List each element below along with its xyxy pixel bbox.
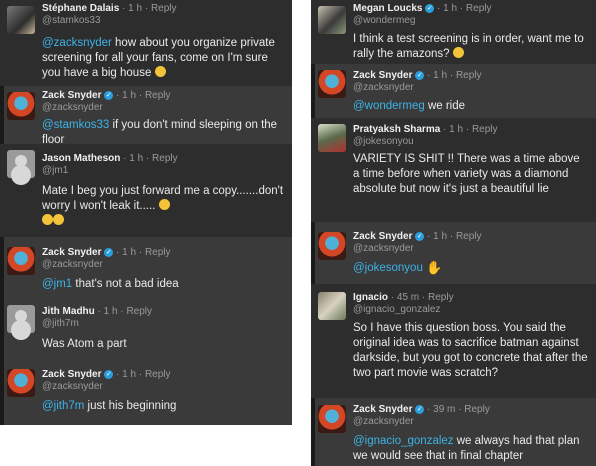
raised-hand-emoji-icon: ✋ (426, 260, 443, 275)
avatar[interactable] (318, 124, 346, 152)
avatar[interactable] (7, 369, 35, 397)
comment-item: Ignacio · 45 m · Reply @ignacio_gonzalez… (311, 284, 596, 399)
comment-meta[interactable]: · 1 h · Reply (95, 306, 152, 317)
reply-item: Zack Snyder ✓ · 1 h · Reply @zacksnyder … (0, 359, 292, 425)
right-comment-panel: Megan Loucks ✓ · 1 h · Reply @wondermeg … (311, 0, 596, 466)
mention-link[interactable]: @jith7m (42, 400, 84, 412)
avatar[interactable] (7, 150, 35, 178)
comment-text: @ignacio_gonzalez we always had that pla… (353, 435, 580, 462)
comment-meta[interactable]: · 1 h · Reply (440, 124, 497, 135)
comment-text: So I have this question boss. You said t… (353, 322, 588, 379)
mention-link[interactable]: @wondermeg (353, 100, 425, 112)
author-name[interactable]: Zack Snyder (42, 369, 101, 380)
author-handle[interactable]: @jm1 (42, 165, 68, 176)
author-name[interactable]: Zack Snyder (353, 404, 412, 415)
reply-item: Zack Snyder ✓ · 39 m · Reply @zacksnyder… (311, 398, 596, 466)
author-handle[interactable]: @zacksnyder (42, 259, 103, 270)
author-handle[interactable]: @jith7m (42, 318, 79, 329)
avatar[interactable] (7, 305, 35, 333)
comment-meta[interactable]: · 1 h · Reply (113, 90, 170, 101)
avatar[interactable] (7, 6, 35, 34)
reply-item: Jith Madhu · 1 h · Reply @jith7m Was Ato… (0, 299, 292, 360)
verified-badge-icon: ✓ (104, 369, 114, 379)
comment-text: I think a test screening is in order, wa… (353, 33, 584, 60)
left-comment-panel: Stéphane Dalais · 1 h · Reply @stamkos33… (0, 0, 292, 425)
author-handle[interactable]: @zacksnyder (353, 243, 414, 254)
author-handle[interactable]: @stamkos33 (42, 15, 101, 26)
comment-meta[interactable]: · 1 h · Reply (424, 231, 481, 242)
smirk-emoji-icon (158, 199, 170, 210)
avatar[interactable] (318, 70, 346, 98)
mention-link[interactable]: @zacksnyder (42, 37, 112, 49)
verified-badge-icon: ✓ (104, 90, 114, 100)
verified-badge-icon: ✓ (415, 231, 425, 241)
verified-badge-icon: ✓ (425, 3, 435, 13)
author-handle[interactable]: @zacksnyder (42, 102, 103, 113)
avatar[interactable] (7, 247, 35, 275)
mention-link[interactable]: @stamkos33 (42, 119, 109, 131)
comment-meta[interactable]: · 1 h · Reply (113, 247, 170, 258)
avatar[interactable] (318, 6, 346, 34)
comment-meta[interactable]: · 1 h · Reply (434, 3, 491, 14)
avatar[interactable] (318, 232, 346, 260)
comment-item: Pratyaksh Sharma · 1 h · Reply @jokesony… (311, 118, 596, 223)
reply-item: Zack Snyder ✓ · 1 h · Reply @zacksnyder … (311, 222, 596, 285)
mention-link[interactable]: @ignacio_gonzalez (353, 435, 454, 447)
avatar[interactable] (318, 405, 346, 433)
laughing-emoji-icon (154, 66, 166, 77)
comment-text: @jith7m just his beginning (42, 400, 177, 412)
author-name[interactable]: Zack Snyder (353, 231, 412, 242)
comment-text: VARIETY IS SHIT !! There was a time abov… (353, 153, 580, 195)
author-name[interactable]: Stéphane Dalais (42, 3, 119, 14)
author-name[interactable]: Zack Snyder (42, 247, 101, 258)
comment-text: Was Atom a part (42, 338, 127, 350)
comment-meta[interactable]: · 39 m · Reply (424, 404, 490, 415)
author-handle[interactable]: @jokesonyou (353, 136, 414, 147)
laughing-emoji-icon (53, 214, 64, 225)
author-handle[interactable]: @zacksnyder (353, 416, 414, 427)
author-name[interactable]: Ignacio (353, 292, 388, 303)
comment-meta[interactable]: · 1 h · Reply (113, 369, 170, 380)
verified-badge-icon: ✓ (415, 404, 425, 414)
author-name[interactable]: Zack Snyder (42, 90, 101, 101)
verified-badge-icon: ✓ (104, 247, 114, 257)
smirk-emoji-icon (452, 47, 464, 58)
comment-item: Jason Matheson · 1 h · Reply @jm1 Mate I… (0, 144, 292, 238)
reply-item: Zack Snyder ✓ · 1 h · Reply @zacksnyder … (0, 237, 292, 300)
comment-text: @jokesonyou ✋ (353, 260, 588, 276)
comment-meta[interactable]: · 1 h · Reply (424, 70, 481, 81)
mention-link[interactable]: @jokesonyou (353, 262, 423, 274)
comment-text: @jm1 that's not a bad idea (42, 278, 179, 290)
author-name[interactable]: Pratyaksh Sharma (353, 124, 440, 135)
author-name[interactable]: Zack Snyder (353, 70, 412, 81)
verified-badge-icon: ✓ (415, 70, 425, 80)
comment-meta[interactable]: · 1 h · Reply (120, 153, 177, 164)
comment-item: Megan Loucks ✓ · 1 h · Reply @wondermeg … (311, 0, 596, 65)
comment-meta[interactable]: · 1 h · Reply (119, 3, 176, 14)
reply-item: Zack Snyder ✓ · 1 h · Reply @zacksnyder … (0, 86, 292, 146)
mention-link[interactable]: @jm1 (42, 278, 72, 290)
laughing-emoji-icon (42, 214, 53, 225)
comment-item: Stéphane Dalais · 1 h · Reply @stamkos33… (0, 0, 292, 87)
author-name[interactable]: Jason Matheson (42, 153, 120, 164)
avatar[interactable] (7, 92, 35, 120)
comment-text: @wondermeg we ride (353, 100, 466, 112)
comment-text: Mate I beg you just forward me a copy...… (42, 184, 284, 229)
comment-text: @zacksnyder how about you organize priva… (42, 37, 275, 79)
avatar[interactable] (318, 292, 346, 320)
author-handle[interactable]: @wondermeg (353, 15, 415, 26)
author-handle[interactable]: @zacksnyder (353, 82, 414, 93)
reply-item: Zack Snyder ✓ · 1 h · Reply @zacksnyder … (311, 64, 596, 119)
comment-meta[interactable]: · 45 m · Reply (388, 292, 454, 303)
author-name[interactable]: Jith Madhu (42, 306, 95, 317)
author-name[interactable]: Megan Loucks (353, 3, 422, 14)
author-handle[interactable]: @zacksnyder (42, 381, 103, 392)
author-handle[interactable]: @ignacio_gonzalez (353, 304, 440, 315)
